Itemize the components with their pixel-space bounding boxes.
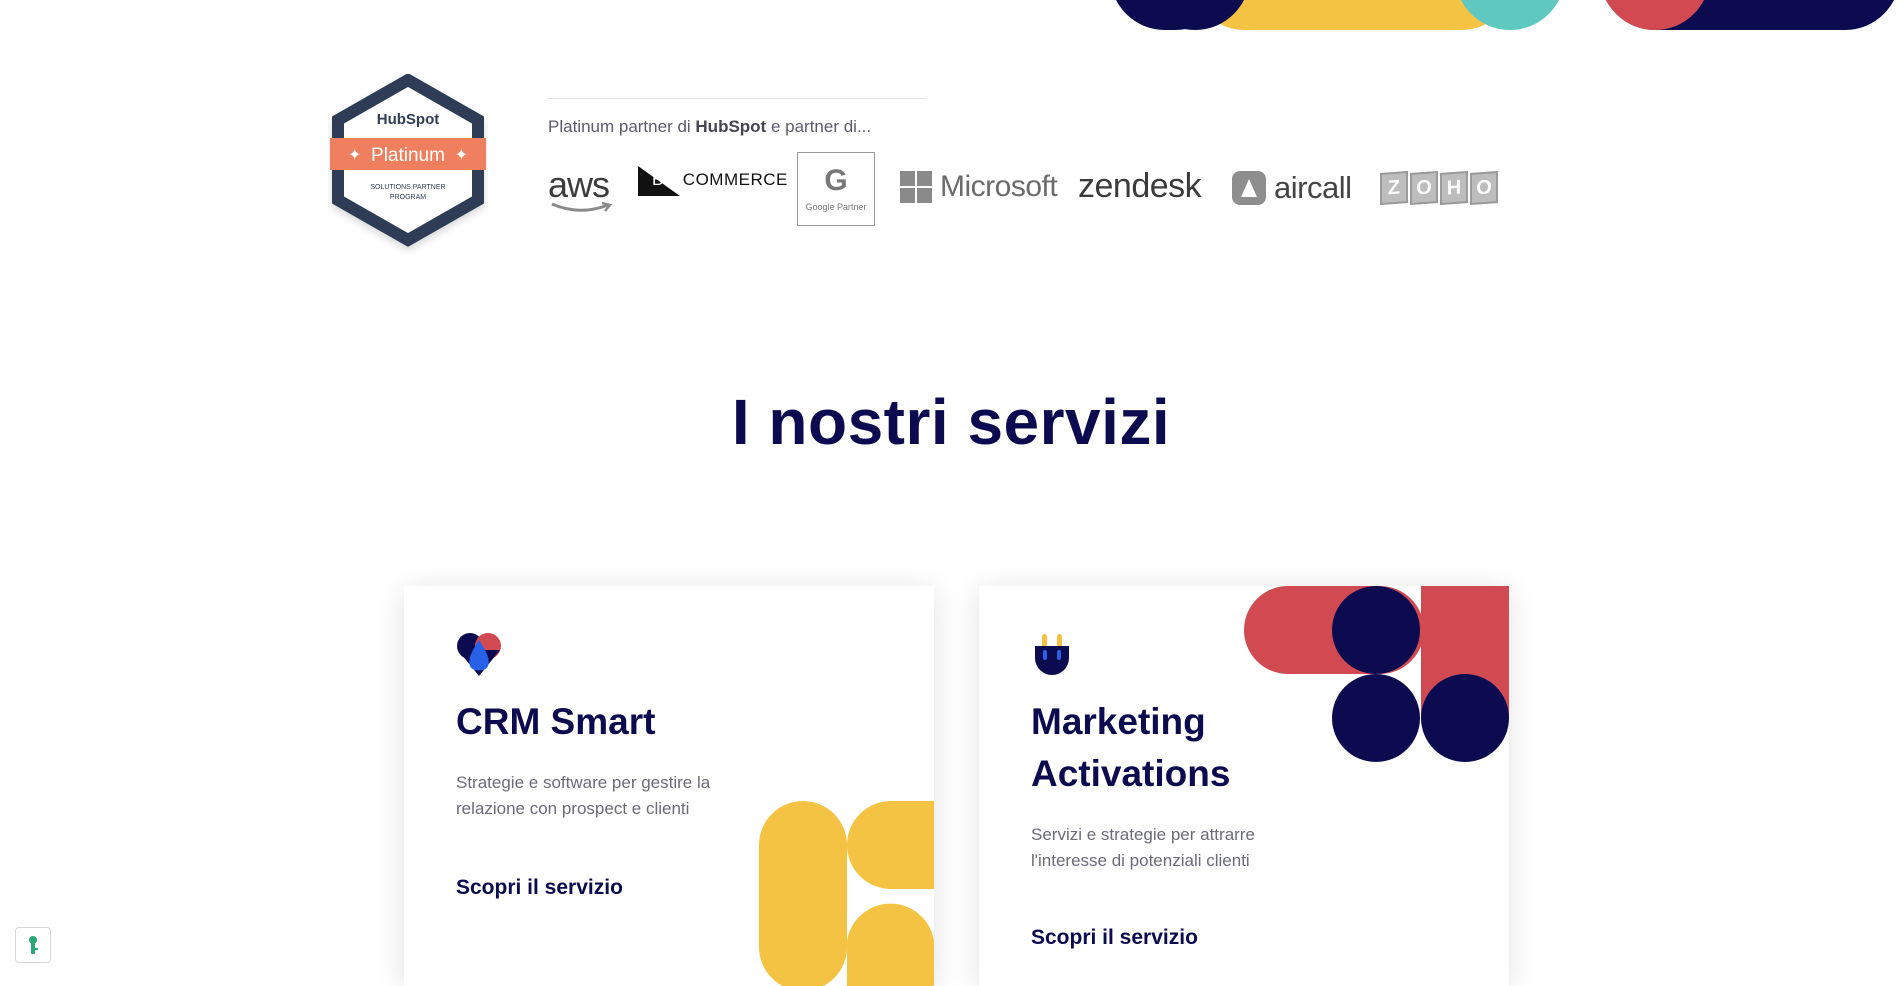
heart-drop-icon [457, 633, 501, 676]
svg-text:✦: ✦ [455, 147, 468, 164]
microsoft-logo: Microsoft [900, 170, 1058, 204]
discover-service-link[interactable]: Scopri il servizio [1031, 926, 1198, 950]
zoho-logo: Z O H O [1380, 171, 1500, 205]
badge-program-line1: SOLUTIONS PARTNER [370, 184, 445, 191]
google-partner-logo: G Google Partner [797, 152, 875, 226]
badge-brand: HubSpot [377, 111, 439, 128]
card-title-line1: Marketing [1031, 701, 1206, 742]
svg-text:✦: ✦ [348, 147, 361, 164]
card-title-line2: Activations [1031, 753, 1231, 794]
card-description: Strategie e software per gestire la rela… [456, 773, 711, 818]
aircall-mark-icon [1232, 171, 1266, 205]
plug-icon [1035, 634, 1069, 675]
services-title: I nostri servizi [731, 386, 1171, 458]
card-title: CRM Smart [456, 701, 656, 742]
yellow-shapes-art [759, 801, 934, 986]
card-title: Marketing Activations [1031, 696, 1230, 800]
navy-red-shapes-art [1244, 586, 1509, 762]
cookie-settings-button[interactable] [15, 927, 51, 963]
top-decorative-shapes [1116, 0, 1894, 30]
zendesk-logo: zendesk [1078, 167, 1202, 205]
microsoft-squares-icon [900, 171, 932, 203]
service-card-marketing-activations[interactable]: Marketing Activations Servizi e strategi… [979, 586, 1509, 986]
partner-intro: Platinum partner di HubSpot e partner di… [548, 117, 872, 136]
aws-logo: aws [548, 164, 612, 212]
discover-service-link[interactable]: Scopri il servizio [456, 876, 623, 900]
aircall-logo: aircall [1232, 170, 1352, 206]
badge-tier: Platinum [371, 145, 445, 166]
bigcommerce-logo: BIGCOMMERCE [638, 166, 788, 196]
cookie-settings-icon [29, 936, 38, 954]
service-card-crm-smart[interactable]: CRM Smart Strategie e software per gesti… [404, 586, 934, 986]
card-description: Servizi e strategie per attrarre l'inter… [1031, 825, 1255, 870]
partner-divider [548, 98, 926, 99]
hubspot-platinum-badge: HubSpot ✦ ✦ Platinum SOLUTIONS PARTNER P… [330, 74, 486, 247]
badge-program-line2: PROGRAM [390, 194, 426, 201]
